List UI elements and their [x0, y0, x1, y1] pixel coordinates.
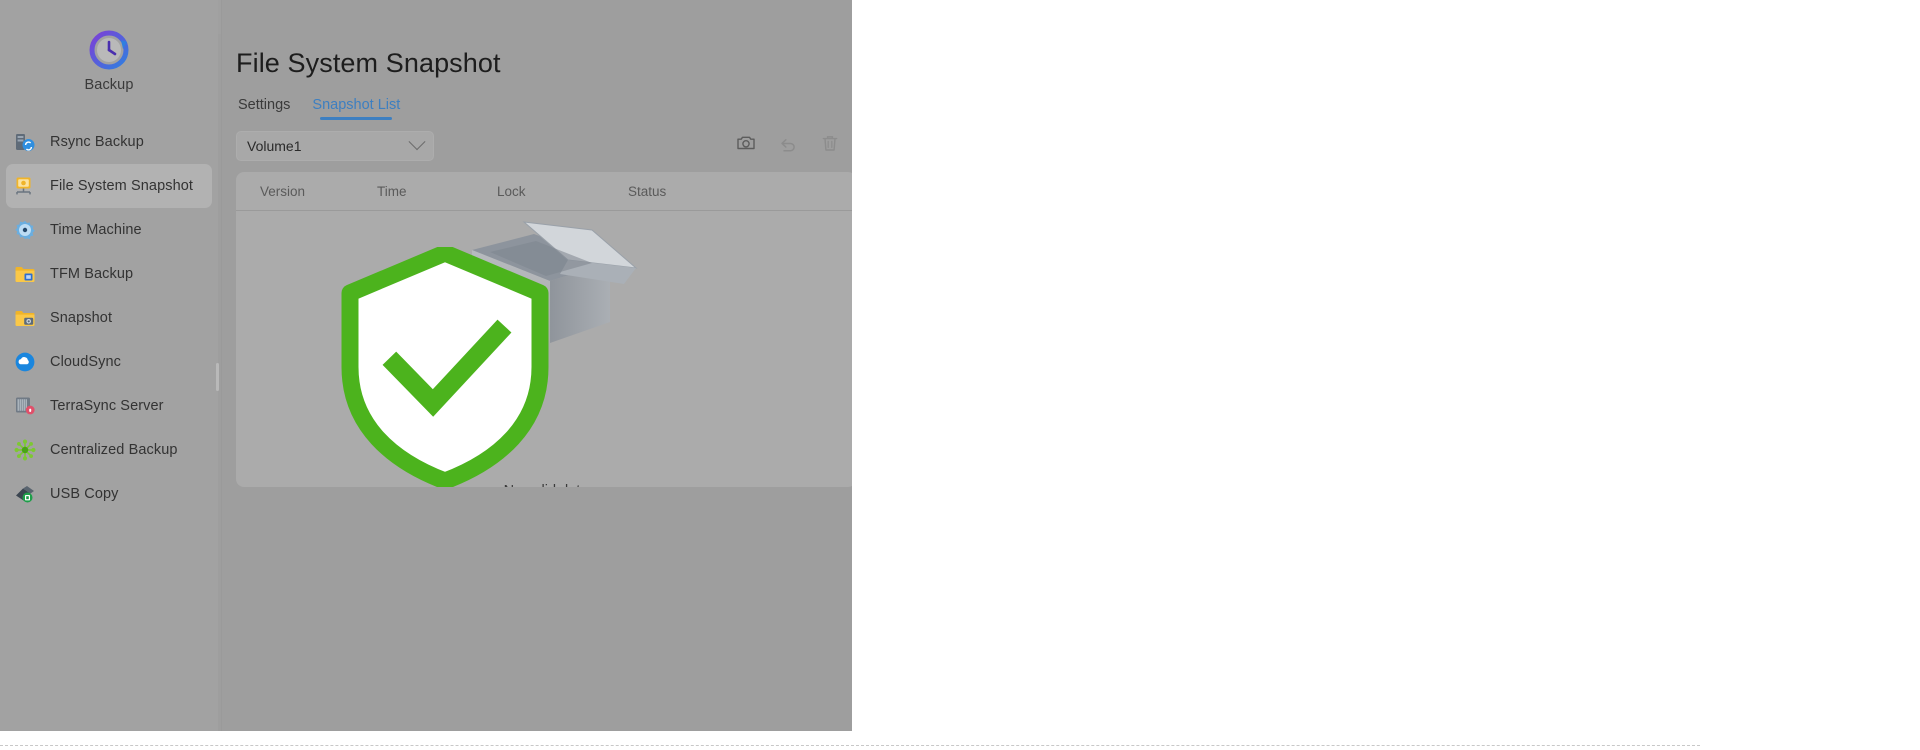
- centralized-backup-icon: [14, 439, 36, 461]
- toolbar-actions: [736, 133, 840, 153]
- camera-icon[interactable]: [736, 133, 756, 153]
- tab-bar: Settings Snapshot List: [238, 97, 400, 120]
- column-header-time: Time: [377, 183, 407, 199]
- app-window: Backup Rsync Backup File System Snapshot…: [0, 0, 852, 731]
- tfm-backup-folder-icon: [14, 263, 36, 285]
- sidebar-item-label: Snapshot: [50, 310, 113, 326]
- volume-select-value: Volume1: [247, 138, 302, 154]
- bottom-dashed-separator: [0, 745, 1700, 747]
- page-title: File System Snapshot: [236, 48, 501, 78]
- backup-clock-icon: [89, 30, 129, 70]
- sidebar-nav-list: Rsync Backup File System Snapshot Time M…: [0, 120, 218, 516]
- tab-snapshot-list[interactable]: Snapshot List: [312, 97, 400, 120]
- sidebar-item-label: CloudSync: [50, 354, 122, 370]
- sidebar-item-tfm-backup[interactable]: TFM Backup: [6, 252, 212, 296]
- table-header-row: Version Time Lock Status: [236, 172, 852, 211]
- usb-copy-icon: [14, 483, 36, 505]
- rsync-backup-icon: [14, 131, 36, 153]
- sidebar-item-label: Centralized Backup: [50, 442, 178, 458]
- sidebar-item-terrasync-server[interactable]: TerraSync Server: [6, 384, 212, 428]
- sidebar-item-label: Time Machine: [50, 222, 142, 238]
- file-system-snapshot-icon: [14, 175, 36, 197]
- snapshot-table: Version Time Lock Status: [236, 172, 852, 487]
- sidebar-brand-label: Backup: [84, 77, 134, 93]
- sidebar-brand: Backup: [0, 28, 218, 93]
- tab-settings[interactable]: Settings: [238, 97, 290, 120]
- column-header-version: Version: [260, 183, 306, 199]
- main-content: File System Snapshot Settings Snapshot L…: [222, 0, 852, 731]
- table-body: No valid data: [236, 211, 852, 487]
- sidebar-item-time-machine[interactable]: Time Machine: [6, 208, 212, 252]
- sidebar-item-label: TFM Backup: [50, 266, 134, 282]
- trash-icon: [820, 133, 840, 153]
- time-machine-icon: [14, 219, 36, 241]
- column-header-status: Status: [628, 183, 667, 199]
- sidebar-item-centralized-backup[interactable]: Centralized Backup: [6, 428, 212, 472]
- sidebar-scrollbar[interactable]: [216, 363, 219, 391]
- sidebar: Backup Rsync Backup File System Snapshot…: [0, 0, 219, 731]
- sidebar-item-label: Rsync Backup: [50, 134, 144, 150]
- empty-state: No valid data: [236, 211, 852, 487]
- terrasync-server-icon: [14, 395, 36, 417]
- toolbar-row: Volume1: [236, 131, 840, 165]
- sidebar-item-usb-copy[interactable]: USB Copy: [6, 472, 212, 516]
- sidebar-item-snapshot[interactable]: Snapshot: [6, 296, 212, 340]
- sidebar-item-label: USB Copy: [50, 486, 119, 502]
- volume-select[interactable]: Volume1: [236, 131, 434, 161]
- undo-icon: [778, 133, 798, 153]
- sidebar-item-label: TerraSync Server: [50, 398, 164, 414]
- column-header-lock: Lock: [497, 183, 526, 199]
- sidebar-item-cloudsync[interactable]: CloudSync: [6, 340, 212, 384]
- empty-box-illustration: [472, 221, 638, 343]
- sidebar-item-label: File System Snapshot: [50, 178, 194, 194]
- snapshot-folder-icon: [14, 307, 36, 329]
- cloudsync-icon: [14, 351, 36, 373]
- empty-state-message: No valid data: [236, 483, 852, 487]
- chevron-down-icon: [408, 133, 426, 151]
- sidebar-item-file-system-snapshot[interactable]: File System Snapshot: [6, 164, 212, 208]
- sidebar-item-rsync-backup[interactable]: Rsync Backup: [6, 120, 212, 164]
